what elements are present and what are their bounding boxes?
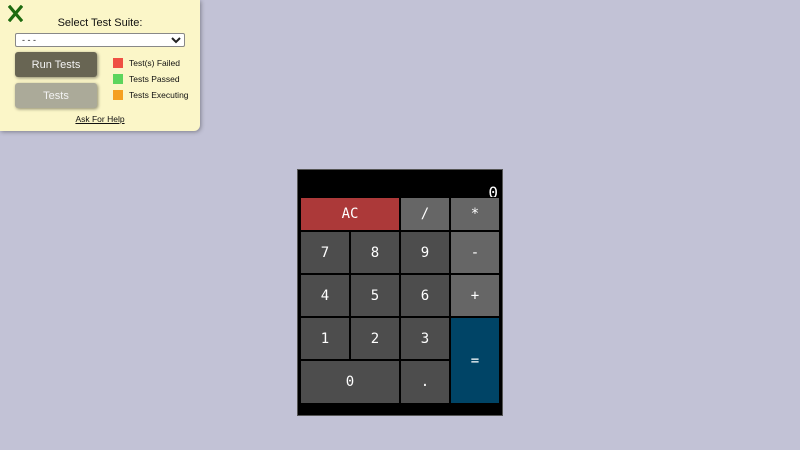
calculator: 0 AC / * 7 8 9 - 4 5 6 + 1 2 3 = 0 . xyxy=(297,169,503,416)
passed-swatch xyxy=(113,74,123,84)
add-button[interactable]: + xyxy=(450,274,500,317)
seven-button[interactable]: 7 xyxy=(300,231,350,274)
test-suite-select[interactable]: - - - xyxy=(15,33,185,47)
legend-passed-label: Tests Passed xyxy=(129,74,180,84)
test-suite-title: Select Test Suite: xyxy=(57,17,143,29)
eight-button[interactable]: 8 xyxy=(350,231,400,274)
clear-button[interactable]: AC xyxy=(300,197,400,231)
one-button[interactable]: 1 xyxy=(300,317,350,360)
three-button[interactable]: 3 xyxy=(400,317,450,360)
executing-swatch xyxy=(113,90,123,100)
zero-button[interactable]: 0 xyxy=(300,360,400,404)
legend-executing-label: Tests Executing xyxy=(129,90,189,100)
four-button[interactable]: 4 xyxy=(300,274,350,317)
legend-failed-label: Test(s) Failed xyxy=(129,58,181,68)
test-suite-panel: Select Test Suite: - - - Run Tests Tests… xyxy=(0,0,200,131)
ask-for-help-link[interactable]: Ask For Help xyxy=(0,114,200,124)
run-tests-button[interactable]: Run Tests xyxy=(15,52,97,77)
divide-button[interactable]: / xyxy=(400,197,450,231)
failed-swatch xyxy=(113,58,123,68)
five-button[interactable]: 5 xyxy=(350,274,400,317)
equals-button[interactable]: = xyxy=(450,317,500,404)
two-button[interactable]: 2 xyxy=(350,317,400,360)
tests-button[interactable]: Tests xyxy=(15,83,97,108)
subtract-button[interactable]: - xyxy=(450,231,500,274)
multiply-button[interactable]: * xyxy=(450,197,500,231)
nine-button[interactable]: 9 xyxy=(400,231,450,274)
six-button[interactable]: 6 xyxy=(400,274,450,317)
decimal-button[interactable]: . xyxy=(400,360,450,404)
